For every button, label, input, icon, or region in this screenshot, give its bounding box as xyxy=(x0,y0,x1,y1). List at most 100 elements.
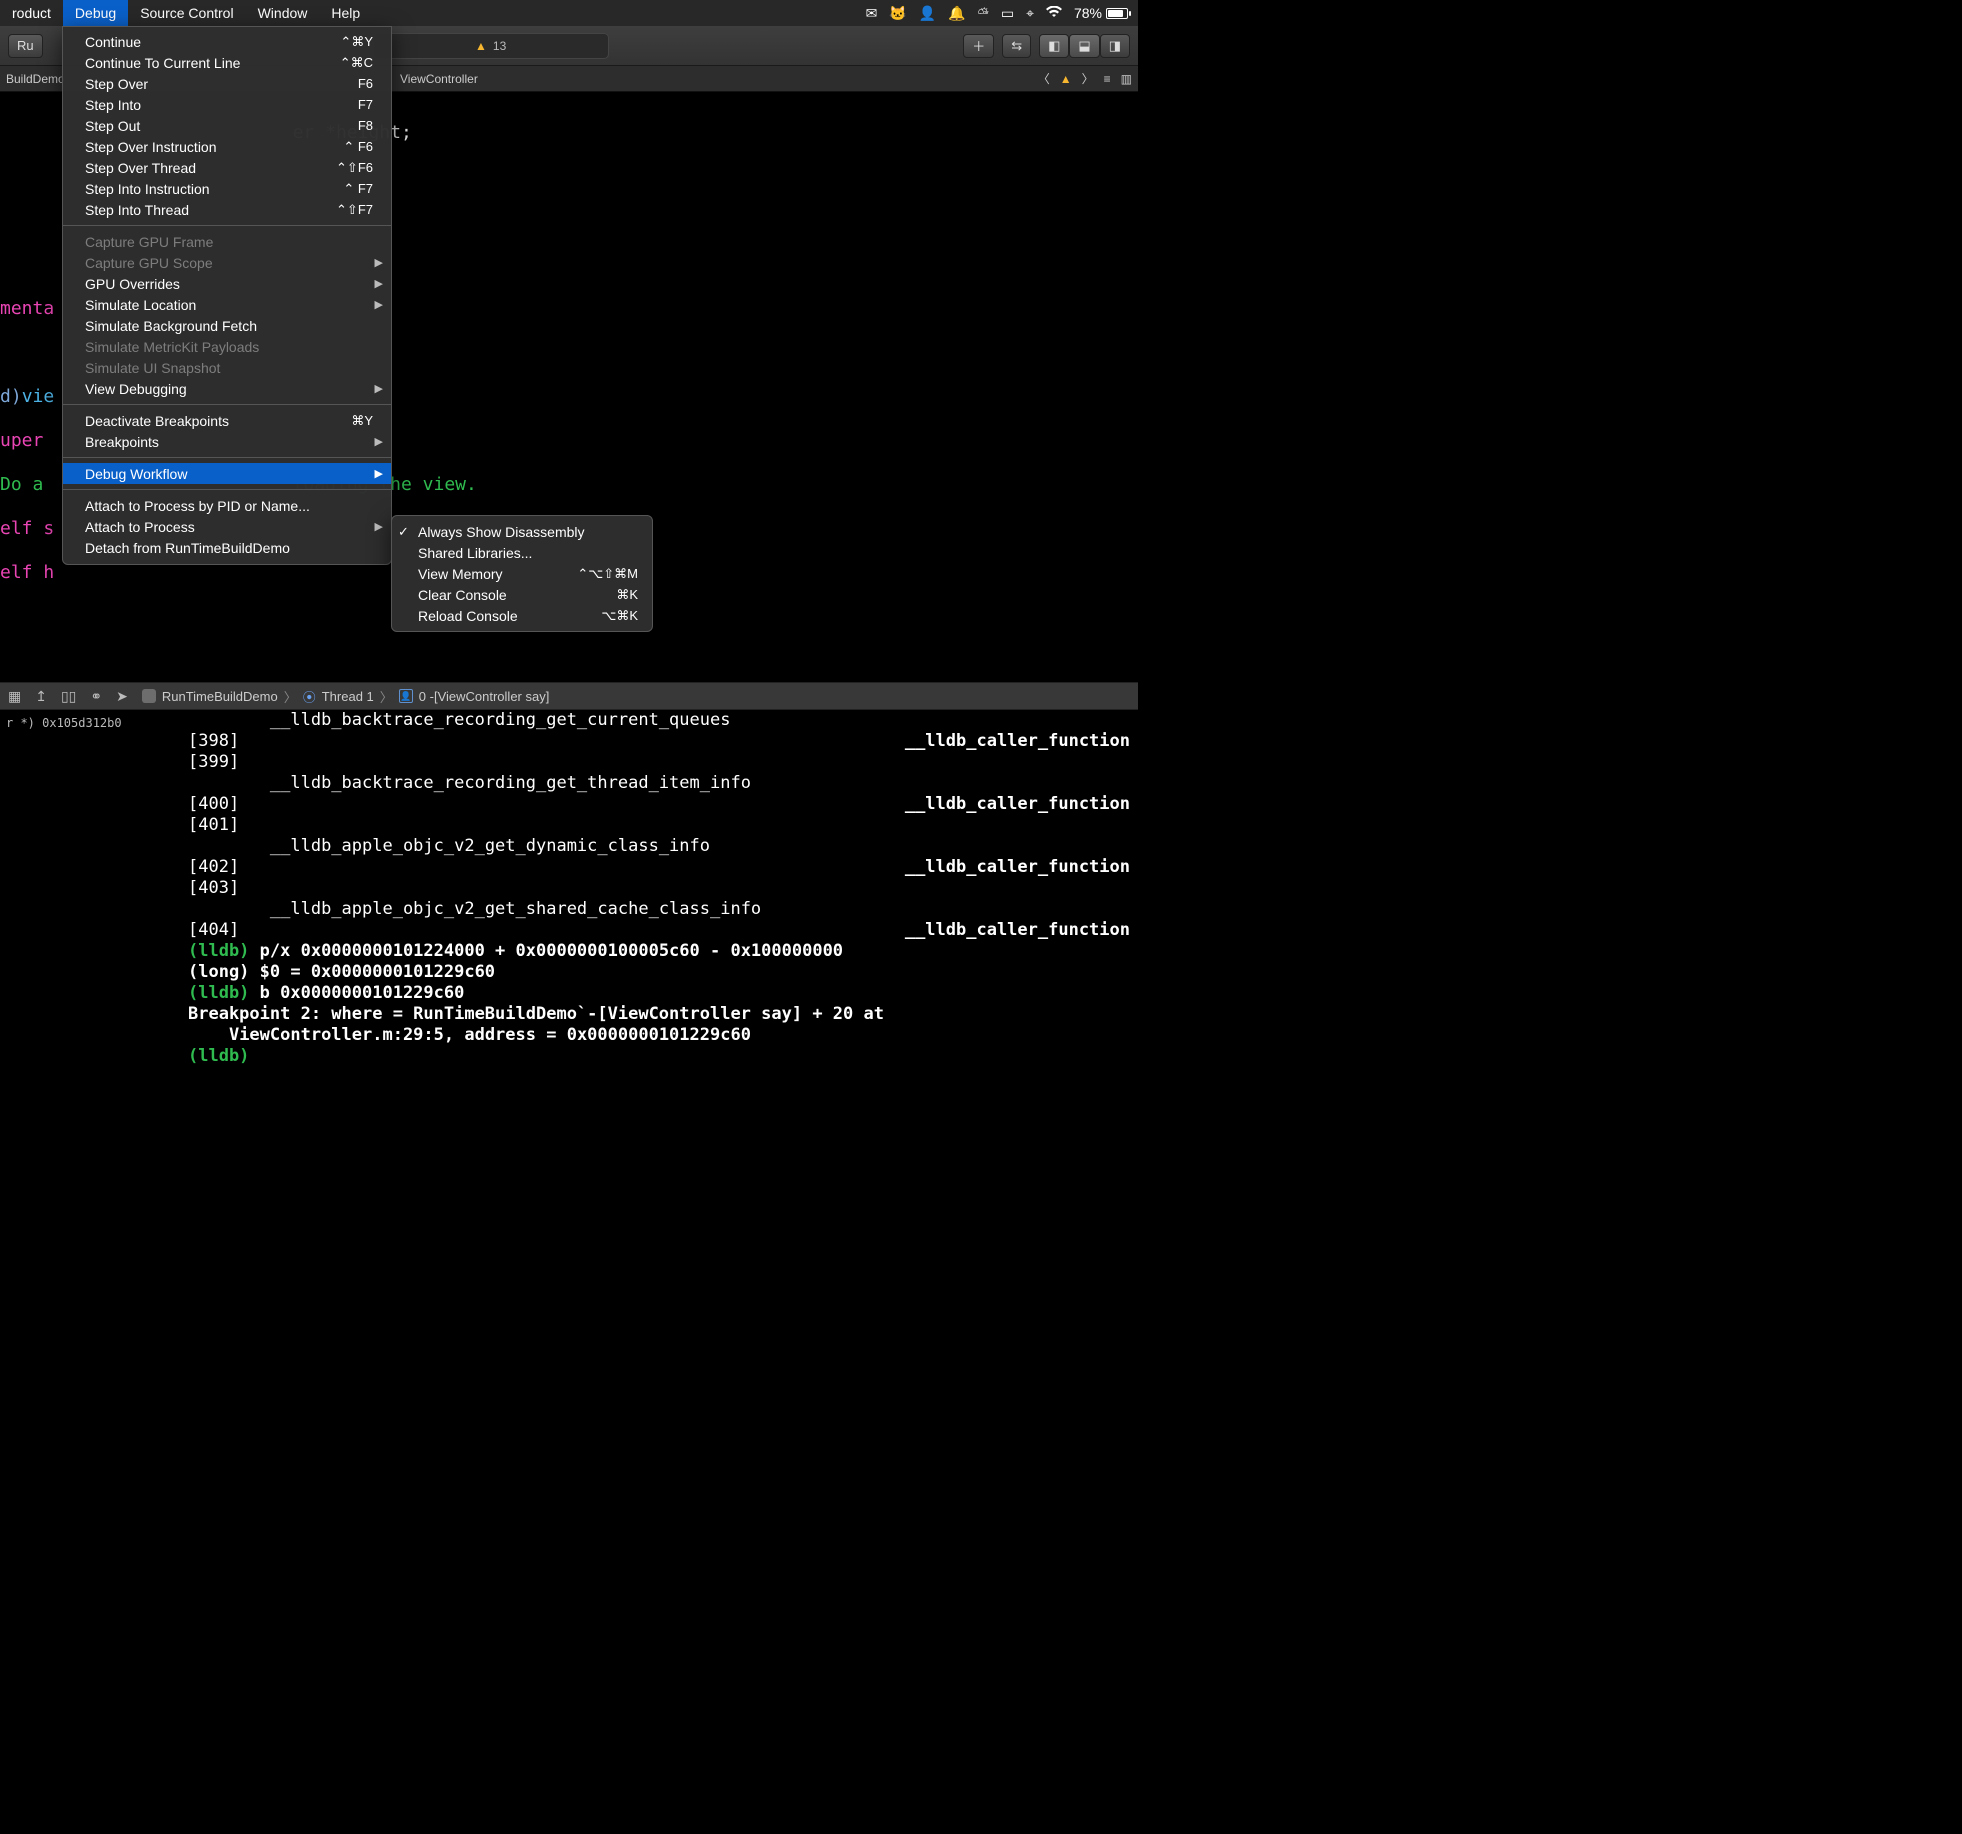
menu-item-continue-to-current-line[interactable]: Continue To Current Line⌃⌘C xyxy=(63,52,391,73)
variable-row[interactable]: r *) 0x105d312b0 xyxy=(6,716,174,730)
menu-item-gpu-overrides[interactable]: GPU Overrides▶ xyxy=(63,273,391,294)
show-bottom-panel-button[interactable]: ⬓ xyxy=(1069,34,1099,58)
issue-warning-icon[interactable]: ▲ xyxy=(1060,72,1072,86)
menu-item-step-into-instruction[interactable]: Step Into Instruction⌃ F7 xyxy=(63,178,391,199)
wifi-icon[interactable] xyxy=(1046,5,1062,21)
show-left-panel-button[interactable]: ◧ xyxy=(1039,34,1069,58)
console-text: (long) $0 = 0x0000000101229c60 xyxy=(188,962,495,982)
submenu-item-reload-console[interactable]: Reload Console⌥⌘K xyxy=(392,605,652,626)
bluetooth-icon[interactable]: ⌖ xyxy=(1026,5,1034,22)
menu-item-label: Debug Workflow xyxy=(85,466,187,482)
menu-product[interactable]: roduct xyxy=(0,0,63,26)
code-review-button[interactable]: ⇆ xyxy=(1002,34,1031,58)
step-out-icon[interactable]: ↥ xyxy=(35,688,47,705)
view-hierarchy-icon[interactable]: ▯▯ xyxy=(61,688,76,705)
submenu-item-always-show-disassembly[interactable]: ✓Always Show Disassembly xyxy=(392,521,652,542)
code-line: menta xyxy=(0,298,54,319)
add-button[interactable]: ＋ xyxy=(963,34,994,58)
menu-item-label: Continue To Current Line xyxy=(85,55,240,71)
adjust-editor-icon[interactable]: ▥ xyxy=(1121,72,1132,86)
menu-item-label: Simulate Background Fetch xyxy=(85,318,257,334)
menu-item-deactivate-breakpoints[interactable]: Deactivate Breakpoints⌘Y xyxy=(63,410,391,431)
nav-forward-icon[interactable]: 〉 xyxy=(1082,70,1094,87)
menu-window[interactable]: Window xyxy=(246,0,320,26)
submenu-item-label: Clear Console xyxy=(418,587,507,603)
console-line: [404]__lldb_caller_function xyxy=(188,920,1130,941)
menu-item-label: Simulate UI Snapshot xyxy=(85,360,220,376)
menu-item-label: Step Out xyxy=(85,118,140,134)
code-line: elf h xyxy=(0,562,54,583)
bell-icon[interactable]: 🔔 xyxy=(948,5,965,22)
debug-breadcrumb[interactable]: RunTimeBuildDemo 〉 ⦿ Thread 1 〉 👤 0 -[Vi… xyxy=(142,687,549,706)
debug-toolbar: ▦ ↥ ▯▯ ⚭ ➤ RunTimeBuildDemo 〉 ⦿ Thread 1… xyxy=(0,682,1138,710)
menu-item-step-over-instruction[interactable]: Step Over Instruction ⌃ F6 xyxy=(63,136,391,157)
hide-debug-area-icon[interactable]: ▦ xyxy=(8,688,21,705)
submenu-item-clear-console[interactable]: Clear Console⌘K xyxy=(392,584,652,605)
menu-debug[interactable]: Debug xyxy=(63,0,128,26)
check-icon: ✓ xyxy=(398,524,409,540)
menu-item-simulate-ui-snapshot: Simulate UI Snapshot xyxy=(63,357,391,378)
menu-item-attach-to-process[interactable]: Attach to Process▶ xyxy=(63,516,391,537)
show-right-panel-button[interactable]: ◨ xyxy=(1100,34,1130,58)
submenu-item-view-memory[interactable]: View Memory⌃⌥⇧⌘M xyxy=(392,563,652,584)
menu-item-breakpoints[interactable]: Breakpoints▶ xyxy=(63,431,391,452)
menu-item-step-over[interactable]: Step OverF6 xyxy=(63,73,391,94)
location-icon[interactable]: ➤ xyxy=(116,688,128,705)
console-line: __lldb_backtrace_recording_get_thread_it… xyxy=(188,773,1130,794)
memory-graph-icon[interactable]: ⚭ xyxy=(90,688,102,705)
menu-item-label: Capture GPU Frame xyxy=(85,234,213,250)
menu-item-step-over-thread[interactable]: Step Over Thread⌃⇧F6 xyxy=(63,157,391,178)
menu-item-label: Continue xyxy=(85,34,141,50)
console-text-right: __lldb_caller_function xyxy=(905,794,1130,815)
variables-view[interactable]: r *) 0x105d312b0 xyxy=(0,710,180,1064)
submenu-arrow-icon: ▶ xyxy=(375,467,383,480)
menu-item-attach-to-process-by-pid-or-name-[interactable]: Attach to Process by PID or Name... xyxy=(63,495,391,516)
nav-back-icon[interactable]: 〈 xyxy=(1038,70,1050,87)
cloud-icon[interactable]: ⛅︎ xyxy=(978,5,989,22)
menu-item-label: Simulate Location xyxy=(85,297,196,313)
menu-item-simulate-location[interactable]: Simulate Location▶ xyxy=(63,294,391,315)
wechat-icon[interactable]: ✉︎ xyxy=(866,5,878,22)
menu-shortcut: ⌃ F6 xyxy=(343,139,373,155)
activity-viewer[interactable]: ▲ 13 xyxy=(373,33,609,59)
menu-source-control[interactable]: Source Control xyxy=(128,0,245,26)
debug-menu-dropdown: Continue⌃⌘YContinue To Current Line⌃⌘CSt… xyxy=(62,26,392,565)
warning-icon: ▲ xyxy=(475,39,487,53)
console-line: [403] xyxy=(188,878,1130,899)
menu-item-detach-from-runtimebuilddemo[interactable]: Detach from RunTimeBuildDemo xyxy=(63,537,391,558)
run-button[interactable]: Ru xyxy=(8,34,43,58)
code-line: uper xyxy=(0,430,54,451)
menu-item-step-into-thread[interactable]: Step Into Thread⌃⇧F7 xyxy=(63,199,391,220)
menu-item-label: Detach from RunTimeBuildDemo xyxy=(85,540,290,556)
console-text: [398] xyxy=(188,731,239,751)
menu-item-simulate-background-fetch[interactable]: Simulate Background Fetch xyxy=(63,315,391,336)
tab-title[interactable]: BuildDemo xyxy=(6,72,65,86)
menu-item-step-out[interactable]: Step OutF8 xyxy=(63,115,391,136)
menu-item-step-into[interactable]: Step IntoF7 xyxy=(63,94,391,115)
debug-console[interactable]: __lldb_backtrace_recording_get_current_q… xyxy=(180,710,1138,1064)
menu-item-label: Step Over xyxy=(85,76,148,92)
menu-item-continue[interactable]: Continue ⌃⌘Y xyxy=(63,31,391,52)
console-line: __lldb_backtrace_recording_get_current_q… xyxy=(188,710,1130,731)
battery-status[interactable]: 78% xyxy=(1074,5,1128,21)
debug-workflow-submenu: ✓Always Show DisassemblyShared Libraries… xyxy=(391,515,653,632)
console-text: [404] xyxy=(188,920,239,940)
console-line: [402]__lldb_caller_function xyxy=(188,857,1130,878)
macos-menubar: roduct Debug Source Control Window Help … xyxy=(0,0,1138,26)
submenu-item-label: View Memory xyxy=(418,566,503,582)
menu-shortcut: ⌃⌘Y xyxy=(340,34,373,50)
console-line: (lldb) b 0x0000000101229c60 xyxy=(188,983,1130,1004)
menu-item-debug-workflow[interactable]: Debug Workflow ▶ xyxy=(63,463,391,484)
battery-percent: 78% xyxy=(1074,5,1102,21)
related-items-icon[interactable]: ≡ xyxy=(1104,72,1111,86)
menu-help[interactable]: Help xyxy=(319,0,372,26)
cat-icon[interactable]: 🐱 xyxy=(889,5,906,22)
display-icon[interactable]: ▭ xyxy=(1001,5,1014,22)
user-icon[interactable]: 👤 xyxy=(919,5,936,22)
menu-item-label: Step Over Instruction xyxy=(85,139,217,155)
console-line: (long) $0 = 0x0000000101229c60 xyxy=(188,962,1130,983)
frame-icon: 👤 xyxy=(399,689,413,703)
submenu-item-shared-libraries-[interactable]: Shared Libraries... xyxy=(392,542,652,563)
jump-path[interactable]: ViewController xyxy=(400,72,478,86)
menu-item-view-debugging[interactable]: View Debugging▶ xyxy=(63,378,391,399)
